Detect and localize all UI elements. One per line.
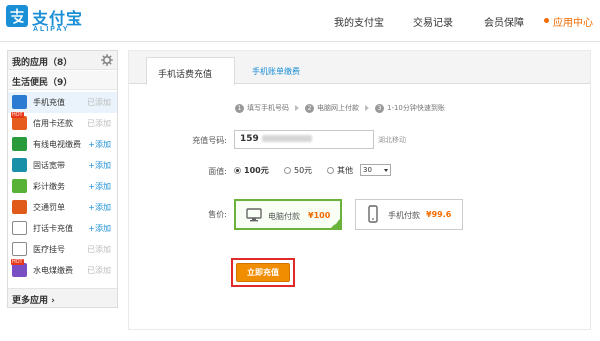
check-icon: ✓ [333, 220, 339, 227]
sidebar-item-label: 打话卡充值 [33, 224, 73, 233]
landline-icon [12, 158, 27, 172]
pay-by-computer-option[interactable]: 电脑付款 ¥100 ✓ [234, 199, 342, 230]
more-apps-label: 更多应用 › [12, 296, 55, 306]
pay-option-label: 手机付款 [388, 211, 420, 220]
step-2: 2 电脑网上付款 [305, 103, 359, 113]
app-sidebar: 我的应用（8） 生活便民（9） 手机充值 已添加 HOT 信用卡还款 已添加 有… [7, 50, 118, 308]
progress-steps: 1 填写手机号码 2 电脑网上付款 3 1-10分钟快速到账 [235, 103, 451, 113]
nav-app-center[interactable]: 应用中心 [553, 14, 593, 29]
recharge-panel: 手机话费充值 手机账单缴费 1 填写手机号码 2 电脑网上付款 3 1-10分钟快速到账 … [128, 50, 591, 330]
sidebar-item-landline[interactable]: 固话宽带 +添加 [8, 155, 117, 176]
chevron-right-icon: › [51, 296, 55, 306]
add-app-button[interactable]: +添加 [88, 139, 111, 150]
sidebar-item-mobile-recharge[interactable]: 手机充值 已添加 [8, 92, 117, 113]
phone-number-input[interactable]: 159 [234, 130, 374, 149]
alipay-logo[interactable]: 支付宝 ALIPAY [6, 5, 86, 37]
nav-my-alipay[interactable]: 我的支付宝 [334, 14, 384, 29]
my-apps-label: 我的应用（8） [12, 58, 73, 68]
utility-icon [12, 263, 27, 277]
tab-label: 手机话费充值 [158, 70, 213, 80]
arrow-icon [295, 105, 299, 111]
carrier-hint: 湖北移动 [378, 136, 406, 144]
amount-label: 面值: [208, 167, 227, 176]
traffic-icon [12, 200, 27, 214]
pay-option-price: ¥99.6 [426, 210, 452, 219]
added-status: 已添加 [87, 245, 111, 254]
sidebar-item-lottery[interactable]: 彩计缴务 +添加 [8, 176, 117, 197]
add-app-button[interactable]: +添加 [88, 223, 111, 234]
added-status: 已添加 [87, 119, 111, 128]
sidebar-item-label: 手机充值 [33, 98, 65, 107]
alipay-logo-icon [6, 5, 28, 27]
logo-text-en: ALIPAY [33, 26, 70, 33]
pay-by-mobile-option[interactable]: 手机付款 ¥99.6 [355, 199, 463, 230]
nav-member-protection[interactable]: 会员保障 [484, 14, 524, 29]
sidebar-item-cable-tv[interactable]: 有线电视缴费 +添加 [8, 134, 117, 155]
top-header: 支付宝 ALIPAY 我的支付宝 交易记录 会员保障 应用中心 [0, 0, 600, 42]
sidebar-item-label: 信用卡还款 [33, 119, 73, 128]
lottery-icon [12, 179, 27, 193]
step-1: 1 填写手机号码 [235, 103, 289, 113]
life-services-label: 生活便民（9） [12, 78, 73, 88]
radio-selected-icon [234, 167, 241, 174]
sidebar-item-medical[interactable]: 医疗挂号 已添加 [8, 239, 117, 260]
sidebar-item-label: 彩计缴务 [33, 182, 65, 191]
hot-badge: HOT [11, 259, 24, 265]
sidebar-item-label: 固话宽带 [33, 161, 65, 170]
added-status: 已添加 [87, 266, 111, 275]
sidebar-item-label: 有线电视缴费 [33, 140, 81, 149]
price-label: 售价: [208, 210, 227, 219]
gear-icon[interactable] [101, 54, 113, 66]
sidebar-item-utility[interactable]: HOT 水电煤缴费 已添加 [8, 259, 117, 281]
phone-icon [12, 95, 27, 109]
submit-highlight: 立即充值 [231, 258, 295, 287]
radio-icon [327, 167, 334, 174]
tab-bar: 手机话费充值 手机账单缴费 [129, 51, 590, 85]
more-apps-link[interactable]: 更多应用 › [8, 288, 117, 307]
active-dot-icon [544, 18, 549, 23]
creditcard-icon [12, 116, 27, 130]
masked-digits [261, 135, 312, 142]
tab-mobile-recharge[interactable]: 手机话费充值 [146, 57, 235, 85]
card-icon [12, 221, 27, 235]
tab-mobile-bill[interactable]: 手机账单缴费 [252, 66, 300, 77]
add-app-button[interactable]: +添加 [88, 160, 111, 171]
other-amount-select[interactable]: 30 [360, 164, 391, 176]
radio-icon [284, 167, 291, 174]
amount-50-radio[interactable]: 50元 [284, 165, 312, 176]
arrow-icon [365, 105, 369, 111]
my-apps-header[interactable]: 我的应用（8） [8, 51, 117, 70]
medical-icon [12, 242, 27, 256]
tv-icon [12, 137, 27, 151]
amount-100-radio[interactable]: 100元 [234, 165, 269, 176]
sidebar-item-label: 交通罚单 [33, 203, 65, 212]
sidebar-item-traffic-fine[interactable]: 交通罚单 +添加 [8, 197, 117, 218]
add-app-button[interactable]: +添加 [88, 202, 111, 213]
step-3: 3 1-10分钟快速到账 [375, 103, 445, 113]
mobile-icon [368, 205, 378, 223]
recharge-now-button[interactable]: 立即充值 [236, 263, 290, 282]
monitor-icon [246, 208, 262, 222]
sidebar-item-card-topup[interactable]: 打话卡充值 +添加 [8, 218, 117, 239]
life-services-header[interactable]: 生活便民（9） [8, 71, 117, 90]
add-app-button[interactable]: +添加 [88, 181, 111, 192]
chevron-down-icon [384, 169, 388, 172]
phone-label: 充值号码: [192, 136, 227, 145]
sidebar-item-credit-card[interactable]: HOT 信用卡还款 已添加 [8, 112, 117, 134]
hot-badge: HOT [11, 112, 24, 118]
pay-option-price: ¥100 [308, 211, 331, 220]
nav-transactions[interactable]: 交易记录 [413, 14, 453, 29]
pay-option-label: 电脑付款 [268, 212, 300, 221]
sidebar-item-label: 水电煤缴费 [33, 266, 73, 275]
added-status: 已添加 [87, 98, 111, 107]
amount-other-radio[interactable]: 其他 [327, 165, 353, 176]
sidebar-item-label: 医疗挂号 [33, 245, 65, 254]
